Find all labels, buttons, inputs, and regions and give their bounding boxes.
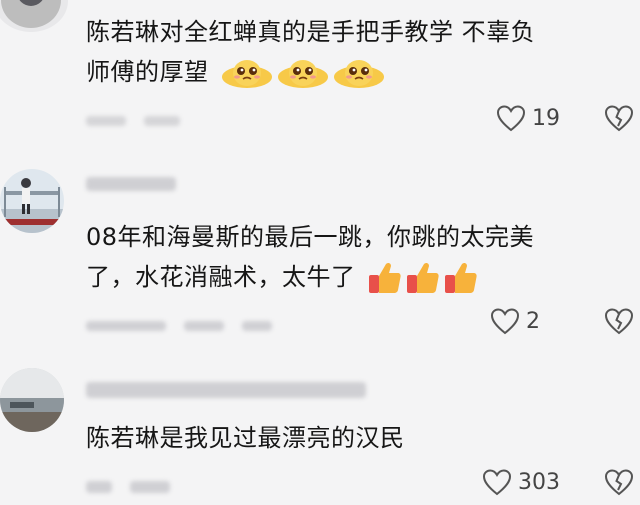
broken-heart-icon [604,469,634,496]
avatar[interactable] [0,169,64,233]
comment-meta-item [86,116,126,126]
thumbs-up-emoji-icon [406,262,439,293]
like-button[interactable]: 303 [482,468,560,496]
username-blur [86,382,366,398]
comment-meta [86,476,170,498]
pleading-face-emoji-group [221,57,385,89]
like-count: 2 [526,308,540,334]
avatar[interactable] [0,368,64,432]
heart-outline-icon [490,308,520,335]
comment-text: 08年和海曼斯的最后一跳，你跳的太完美 了，水花消融术，太牛了 [86,217,626,297]
comment-text: 陈若琳对全红蝉真的是手把手教学 不辜负 师傅的厚望 [86,12,626,92]
like-button[interactable]: 19 [496,104,560,132]
thumbs-up-emoji-group [368,261,478,295]
avatar[interactable] [0,0,68,32]
comment-meta [86,315,272,337]
dislike-button[interactable] [604,468,634,496]
broken-heart-icon [604,308,634,335]
comment-meta-item [184,321,224,331]
like-count: 19 [532,105,560,131]
comment-text-line: 陈若琳对全红蝉真的是手把手教学 不辜负 [86,18,536,46]
comment-meta-item [86,481,112,493]
like-count: 303 [518,469,560,495]
comment-meta-item [130,481,170,493]
heart-outline-icon [496,105,526,132]
comment-text-line: 陈若琳是我见过最漂亮的汉民 [86,424,405,452]
username-blur [86,177,176,191]
pleading-face-emoji-icon [277,60,328,88]
like-button[interactable]: 2 [490,307,560,335]
dislike-button[interactable] [604,307,634,335]
broken-heart-icon [604,105,634,132]
heart-outline-icon [482,469,512,496]
comment-text-line: 师傅的厚望 [86,58,209,86]
comment-meta-item [86,321,166,331]
comment-meta-item [144,116,180,126]
pleading-face-emoji-icon [221,60,272,88]
comment-meta [86,110,180,132]
comment-text-line: 了，水花消融术，太牛了 [86,263,356,291]
pleading-face-emoji-icon [333,60,384,88]
comment-meta-item [242,321,272,331]
thumbs-up-emoji-icon [368,262,401,293]
dislike-button[interactable] [604,104,634,132]
comment-text: 陈若琳是我见过最漂亮的汉民 [86,418,626,458]
thumbs-up-emoji-icon [444,262,477,293]
comment-text-line: 08年和海曼斯的最后一跳，你跳的太完美 [86,223,535,251]
